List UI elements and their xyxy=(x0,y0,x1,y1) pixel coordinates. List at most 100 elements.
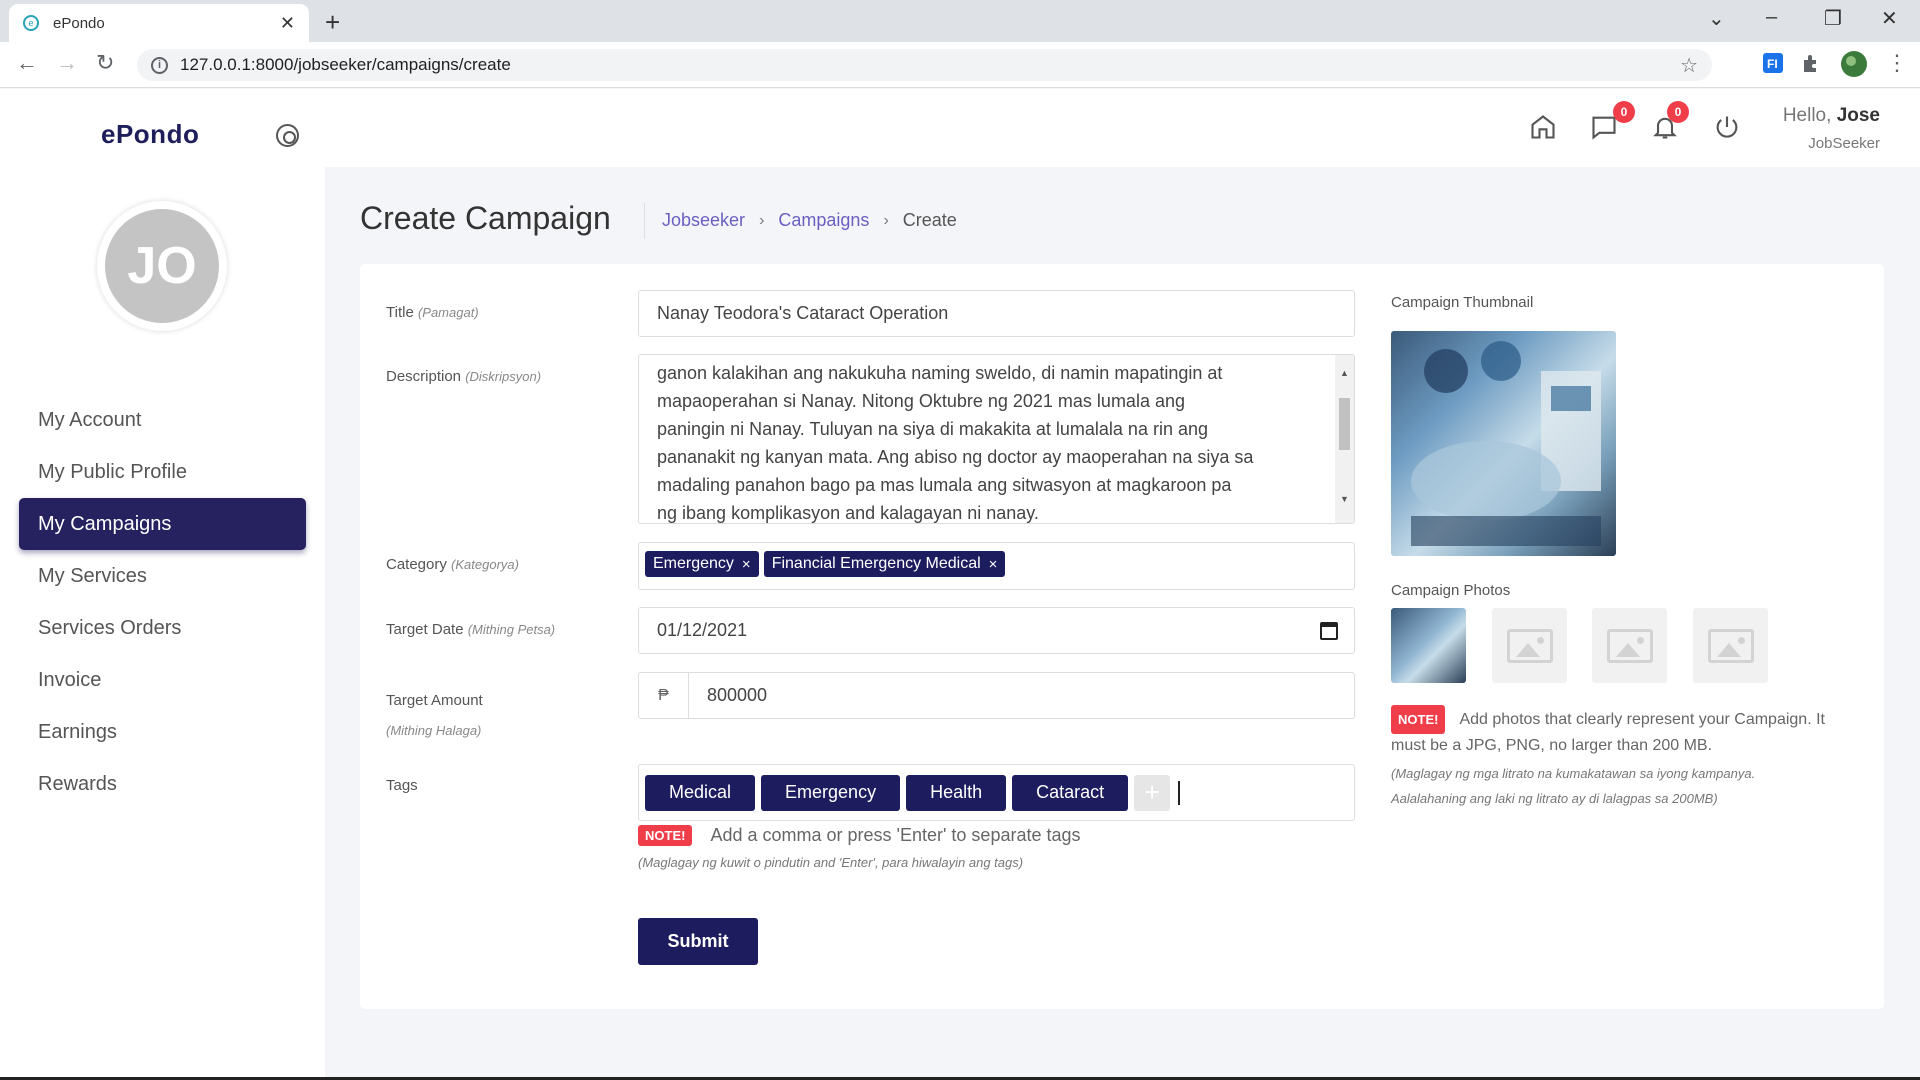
campaign-photo[interactable] xyxy=(1391,608,1466,683)
title-label: Title (Pamagat) xyxy=(386,304,479,321)
photo-placeholder[interactable] xyxy=(1592,608,1667,683)
url-text: 127.0.0.1:8000/jobseeker/campaigns/creat… xyxy=(180,55,511,74)
window-close-icon[interactable]: ✕ xyxy=(1881,6,1898,31)
chevron-right-icon: › xyxy=(883,211,889,229)
profile-avatar-icon[interactable] xyxy=(1840,50,1868,78)
bookmark-star-icon[interactable]: ☆ xyxy=(1680,53,1698,78)
browser-tabstrip: e ePondo ✕ + ⌄ – ❐ ✕ xyxy=(0,0,1920,42)
target-date-label: Target Date (Mithing Petsa) xyxy=(386,621,556,638)
image-placeholder-icon xyxy=(1707,628,1754,663)
brand-logo[interactable]: ePondo xyxy=(101,119,199,150)
sidebar-menu: My Account My Public Profile My Campaign… xyxy=(19,394,306,810)
site-info-icon[interactable]: i xyxy=(151,56,168,74)
photo-placeholder[interactable] xyxy=(1492,608,1567,683)
description-line: pananakit ng kanyan mata. Ang abiso ng d… xyxy=(657,447,1254,467)
sidebar-item-my-account[interactable]: My Account xyxy=(19,394,306,446)
photos-note: NOTE! Add photos that clearly represent y… xyxy=(1391,705,1861,757)
sidebar-item-my-public-profile[interactable]: My Public Profile xyxy=(19,446,306,498)
tag-chip[interactable]: Health xyxy=(906,774,1007,811)
photos-note-sub: (Maglagay ng mga litrato na kumakatawan … xyxy=(1391,766,1756,806)
photos-note-text: Add photos that clearly represent your C… xyxy=(1391,711,1825,754)
page-title: Create Campaign xyxy=(360,200,611,236)
note-badge: NOTE! xyxy=(638,825,693,846)
note-badge: NOTE! xyxy=(1391,705,1446,734)
minimize-icon[interactable]: – xyxy=(1766,6,1777,29)
category-select[interactable]: Emergency × Financial Emergency Medical × xyxy=(638,542,1355,590)
sidebar-item-rewards[interactable]: Rewards xyxy=(19,758,306,810)
avatar-initials: JO xyxy=(105,209,219,323)
tags-label: Tags xyxy=(386,777,418,794)
tags-input[interactable]: Medical Emergency Health Cataract + xyxy=(638,764,1355,821)
category-chip: Emergency × xyxy=(645,551,759,577)
back-icon[interactable]: ← xyxy=(16,50,38,76)
chevron-right-icon: › xyxy=(759,211,765,229)
chip-remove-icon[interactable]: × xyxy=(989,556,998,573)
top-header: 0 0 Hello, Jose JobSeeker xyxy=(325,89,1920,167)
sidebar-item-invoice[interactable]: Invoice xyxy=(19,654,306,706)
browser-menu-icon[interactable]: ⋮ xyxy=(1886,50,1908,76)
url-bar[interactable]: i 127.0.0.1:8000/jobseeker/campaigns/cre… xyxy=(137,49,1712,81)
calendar-icon[interactable] xyxy=(1320,621,1338,640)
favicon-icon: e xyxy=(23,15,39,31)
tab-search-icon[interactable]: ⌄ xyxy=(1708,6,1725,31)
breadcrumb-jobseeker[interactable]: Jobseeker xyxy=(662,210,745,231)
description-textarea[interactable]: ganon kalakihan ang nakukuha naming swel… xyxy=(638,354,1355,524)
target-amount-label: Target Amount (Mithing Halaga) xyxy=(386,692,483,738)
breadcrumb-campaigns[interactable]: Campaigns xyxy=(778,210,869,231)
sidebar-item-earnings[interactable]: Earnings xyxy=(19,706,306,758)
restore-icon[interactable]: ❐ xyxy=(1824,6,1842,31)
photo-placeholder[interactable] xyxy=(1693,608,1768,683)
photos-label: Campaign Photos xyxy=(1391,582,1511,599)
scroll-up-icon[interactable]: ▲ xyxy=(1340,359,1349,387)
campaign-thumbnail-image[interactable] xyxy=(1391,331,1616,556)
avatar: JO xyxy=(97,201,227,331)
tag-chip[interactable]: Cataract xyxy=(1012,774,1129,811)
extension-icon[interactable]: FI xyxy=(1762,52,1784,74)
text-caret xyxy=(1178,780,1181,805)
target-amount-input[interactable]: ₱ 800000 xyxy=(638,672,1355,719)
sidebar: ePondo JO My Account My Public Profile M… xyxy=(0,89,325,1080)
new-tab-icon[interactable]: + xyxy=(325,7,340,38)
target-amount-value: 800000 xyxy=(707,685,768,705)
breadcrumb: Jobseeker › Campaigns › Create xyxy=(662,210,957,231)
browser-tab[interactable]: e ePondo ✕ xyxy=(9,4,309,42)
user-greeting[interactable]: Hello, Jose JobSeeker xyxy=(1783,105,1880,152)
category-label: Category (Kategorya) xyxy=(386,556,519,573)
power-icon[interactable] xyxy=(1713,113,1741,141)
description-line: ganon kalakihan ang nakukuha naming swel… xyxy=(657,363,1223,383)
description-scrollbar[interactable]: ▲ ▼ xyxy=(1335,355,1354,523)
tags-note-text: Add a comma or press 'Enter' to separate… xyxy=(710,825,1081,845)
description-line: madaling panahon bago pa mas lumala ang … xyxy=(657,475,1232,495)
submit-button[interactable]: Submit xyxy=(638,918,758,965)
target-date-input[interactable]: 01/12/2021 xyxy=(638,607,1355,654)
forward-icon[interactable]: → xyxy=(56,50,78,76)
title-input[interactable]: Nanay Teodora's Cataract Operation xyxy=(638,290,1355,337)
home-icon[interactable] xyxy=(1529,113,1557,141)
scroll-down-icon[interactable]: ▼ xyxy=(1340,485,1349,513)
chip-remove-icon[interactable]: × xyxy=(742,556,751,573)
address-bar: ← → ↻ i 127.0.0.1:8000/jobseeker/campaig… xyxy=(0,42,1920,88)
tab-title: ePondo xyxy=(53,14,105,32)
tag-chip[interactable]: Medical xyxy=(645,774,756,811)
sidebar-item-services-orders[interactable]: Services Orders xyxy=(19,602,306,654)
tab-close-icon[interactable]: ✕ xyxy=(280,13,295,34)
sidebar-item-my-services[interactable]: My Services xyxy=(19,550,306,602)
add-tag-button[interactable]: + xyxy=(1134,774,1171,811)
tags-note: NOTE! Add a comma or press 'Enter' to se… xyxy=(638,825,1081,846)
scrollbar-thumb[interactable] xyxy=(1339,398,1350,450)
user-name: Jose xyxy=(1836,105,1880,126)
campaign-form-card: Title (Pamagat) Nanay Teodora's Cataract… xyxy=(360,264,1884,1009)
sidebar-toggle-icon[interactable] xyxy=(276,124,299,147)
description-label: Description (Diskripsyon) xyxy=(386,368,542,385)
tag-chip[interactable]: Emergency xyxy=(761,774,901,811)
tags-note-sub: (Maglagay ng kuwit o pindutin and 'Enter… xyxy=(638,855,1024,870)
description-line: mapaoperahan si Nanay. Nitong Oktubre ng… xyxy=(657,391,1185,411)
svg-text:FI: FI xyxy=(1767,57,1778,71)
title-divider xyxy=(644,203,645,239)
category-chip: Financial Emergency Medical × xyxy=(763,551,1006,577)
puzzle-icon[interactable] xyxy=(1800,52,1822,74)
sidebar-item-my-campaigns[interactable]: My Campaigns xyxy=(19,498,306,550)
reload-icon[interactable]: ↻ xyxy=(96,50,114,76)
description-line: ng ibang komplikasyon and kalagayan ni n… xyxy=(657,503,1039,523)
greeting-text: Hello, xyxy=(1782,105,1832,126)
